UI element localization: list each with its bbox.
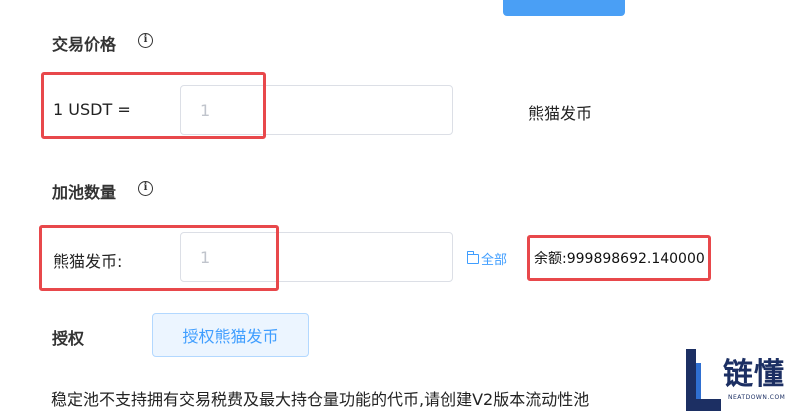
info-icon[interactable]: i xyxy=(138,181,153,196)
folder-icon xyxy=(467,250,479,264)
price-input[interactable]: 1 xyxy=(180,85,453,135)
max-all-link[interactable]: 全部 xyxy=(467,249,507,268)
token-amount-input[interactable]: 1 xyxy=(180,232,453,282)
logo-subtext: NEATDOWN.COM xyxy=(728,394,786,401)
balance-text: 余额:999898692.140000 xyxy=(534,251,705,267)
notice-text: 稳定池不支持拥有交易税费及最大持仓量功能的代币,请创建V2版本流动性池 xyxy=(51,390,590,409)
logo-l-icon xyxy=(686,349,721,411)
pool-section-title: 加池数量 xyxy=(52,183,117,202)
token-amount-value: 1 xyxy=(200,247,211,267)
price-unit-label: 熊猫发币 xyxy=(528,104,593,123)
watermark-logo: 链懂 NEATDOWN.COM xyxy=(683,343,800,416)
authorize-button[interactable]: 授权熊猫发币 xyxy=(152,313,309,357)
token-amount-label: 熊猫发币: xyxy=(53,252,123,271)
info-icon[interactable]: i xyxy=(138,33,153,48)
max-all-label: 全部 xyxy=(481,253,508,268)
price-section-title: 交易价格 xyxy=(52,35,117,54)
price-input-value: 1 xyxy=(200,100,211,120)
logo-text: 链懂 xyxy=(723,357,785,392)
price-prefix-label: 1 USDT = xyxy=(53,100,131,119)
submit-button-top[interactable] xyxy=(503,0,625,16)
authorize-label: 授权 xyxy=(52,329,85,348)
